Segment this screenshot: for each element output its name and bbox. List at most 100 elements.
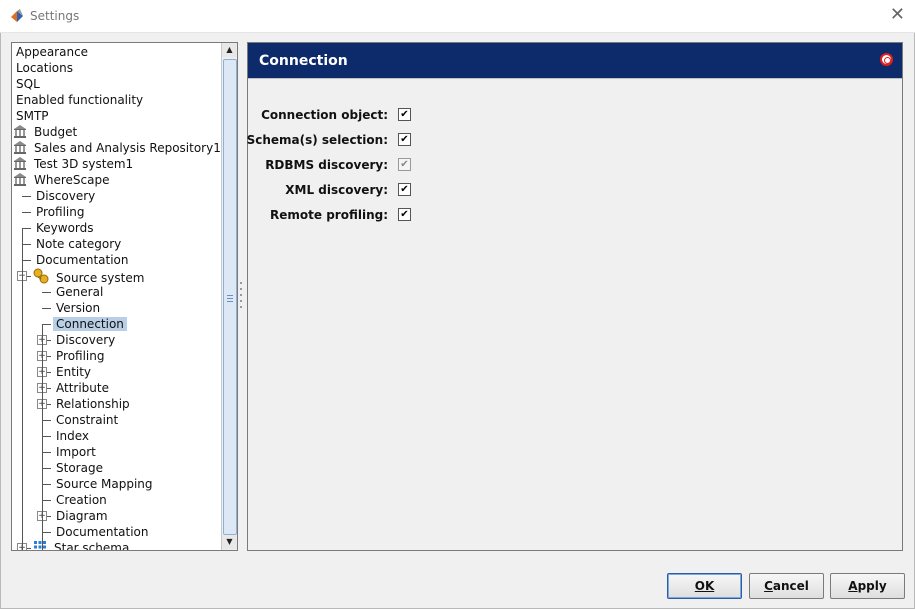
source-system-icon	[33, 268, 49, 284]
tree-item[interactable]: Entity	[53, 364, 94, 380]
field-checkbox[interactable]: ✔	[398, 208, 411, 221]
tree-item[interactable]: Source Mapping	[53, 476, 156, 492]
apply-button[interactable]: Apply	[830, 573, 905, 599]
cancel-button[interactable]: Cancel	[749, 573, 824, 599]
tree-item-label: Diagram	[56, 509, 108, 523]
tree-connector	[42, 324, 51, 325]
field-checkbox[interactable]: ✔	[398, 133, 411, 146]
field-label: RDBMS discovery:	[265, 158, 388, 172]
tree-item[interactable]: Attribute	[53, 380, 112, 396]
tree-item-label: Entity	[56, 365, 92, 379]
tree-item[interactable]: Discovery	[33, 188, 98, 204]
field-label: Connection object:	[261, 108, 388, 122]
tree-item-label: Documentation	[56, 525, 149, 539]
settings-tree[interactable]: Appearance Locations SQL Enabled functional…	[11, 42, 238, 551]
bank-icon	[13, 140, 27, 154]
tree-item[interactable]: Constraint	[53, 412, 121, 428]
tree-item[interactable]: Version	[53, 300, 103, 316]
form-row: Remote profiling: ✔	[248, 207, 411, 223]
tree-item[interactable]: Discovery	[53, 332, 118, 348]
tree-item-label: Source system	[56, 271, 145, 285]
tree-item[interactable]: Budget	[13, 124, 80, 140]
field-label: Remote profiling:	[270, 208, 388, 222]
help-icon[interactable]	[880, 53, 893, 66]
tree-item[interactable]: Creation	[53, 492, 110, 508]
tree-item[interactable]: Star schema	[33, 540, 132, 550]
tree-connector	[42, 436, 51, 437]
tree-item[interactable]: Test 3D system1	[13, 156, 136, 172]
ok-button[interactable]: OK	[667, 573, 742, 599]
tree-item-label: Storage	[56, 461, 103, 475]
tree-content: Appearance Locations SQL Enabled functional…	[12, 43, 221, 550]
tree-item[interactable]: Sales and Analysis Repository1	[13, 140, 221, 156]
tree-item[interactable]: Diagram	[53, 508, 111, 524]
tree-item-label: SMTP	[16, 109, 49, 123]
scroll-up-icon[interactable]: ▲	[222, 43, 237, 57]
tree-item-label: WhereScape	[34, 173, 110, 187]
close-icon[interactable]: ✕	[890, 5, 905, 25]
content-title: Connection	[259, 53, 348, 69]
tree-item[interactable]: Profiling	[33, 204, 88, 220]
settings-content-panel: Connection Connection object: ✔ Schema(s) …	[247, 42, 903, 551]
tree-connector	[22, 260, 31, 261]
tree-item-label: Creation	[56, 493, 107, 507]
tree-item[interactable]: Note category	[33, 236, 124, 252]
tree-scrollbar[interactable]: ▲ ▼	[221, 43, 237, 550]
field-checkbox[interactable]: ✔	[398, 183, 411, 196]
tree-item-label: Budget	[34, 125, 78, 139]
bank-icon	[13, 156, 27, 170]
tree-connector	[42, 308, 51, 309]
tree-item[interactable]: Import	[53, 444, 99, 460]
field-label: Schema(s) selection:	[246, 133, 388, 147]
tree-item[interactable]: WhereScape	[13, 172, 112, 188]
tree-connector	[22, 244, 31, 245]
tree-item-label: Enabled functionality	[16, 93, 144, 107]
tree-item[interactable]: Storage	[53, 460, 106, 476]
star-schema-icon	[33, 540, 47, 550]
tree-item[interactable]: Documentation	[53, 524, 152, 540]
tree-item[interactable]: Profiling	[53, 348, 108, 364]
field-checkbox: ✔	[398, 158, 411, 171]
field-checkbox[interactable]: ✔	[398, 108, 411, 121]
tree-item-label: Version	[56, 301, 101, 315]
tree-item-label: Discovery	[56, 333, 116, 347]
tree-item-label: Import	[56, 445, 96, 459]
tree-item[interactable]: Appearance	[13, 44, 91, 60]
form-row: Schema(s) selection: ✔	[246, 132, 411, 148]
tree-item-label: SQL	[16, 77, 40, 91]
tree-item[interactable]: General	[53, 284, 106, 300]
tree-item-label: Keywords	[36, 221, 94, 235]
bank-icon	[13, 124, 27, 138]
form-row: XML discovery: ✔	[248, 182, 411, 198]
tree-connector	[42, 452, 51, 453]
tree-guide-line	[42, 324, 43, 550]
tree-item-label: Constraint	[56, 413, 119, 427]
tree-item[interactable]: Connection	[53, 316, 127, 332]
content-header: Connection	[248, 43, 902, 79]
tree-item-label: Discovery	[36, 189, 96, 203]
tree-connector	[22, 228, 31, 229]
bank-icon	[13, 172, 27, 186]
tree-item[interactable]: Locations	[13, 60, 76, 76]
panel-splitter[interactable]	[239, 42, 244, 549]
tree-connector	[42, 420, 51, 421]
app-logo-icon	[11, 9, 23, 22]
tree-guide-line	[22, 228, 23, 550]
scroll-down-icon[interactable]: ▼	[222, 535, 237, 549]
tree-item[interactable]: Index	[53, 428, 92, 444]
tree-item[interactable]: Enabled functionality	[13, 92, 146, 108]
scroll-thumb[interactable]	[223, 59, 237, 535]
tree-item[interactable]: SQL	[13, 76, 43, 92]
tree-item-label: Locations	[16, 61, 74, 75]
tree-item[interactable]: SMTP	[13, 108, 52, 124]
ok-label: OK	[694, 579, 715, 593]
tree-item[interactable]: Relationship	[53, 396, 133, 412]
tree-item[interactable]: Keywords	[33, 220, 97, 236]
form-row: RDBMS discovery: ✔	[248, 157, 411, 173]
tree-item-label: Attribute	[56, 381, 109, 395]
tree-item-label: Relationship	[56, 397, 130, 411]
cancel-label: Cancel	[764, 579, 809, 593]
tree-item[interactable]: Source system	[33, 268, 147, 285]
tree-item[interactable]: Documentation	[33, 252, 132, 268]
tree-item-label: General	[56, 285, 104, 299]
